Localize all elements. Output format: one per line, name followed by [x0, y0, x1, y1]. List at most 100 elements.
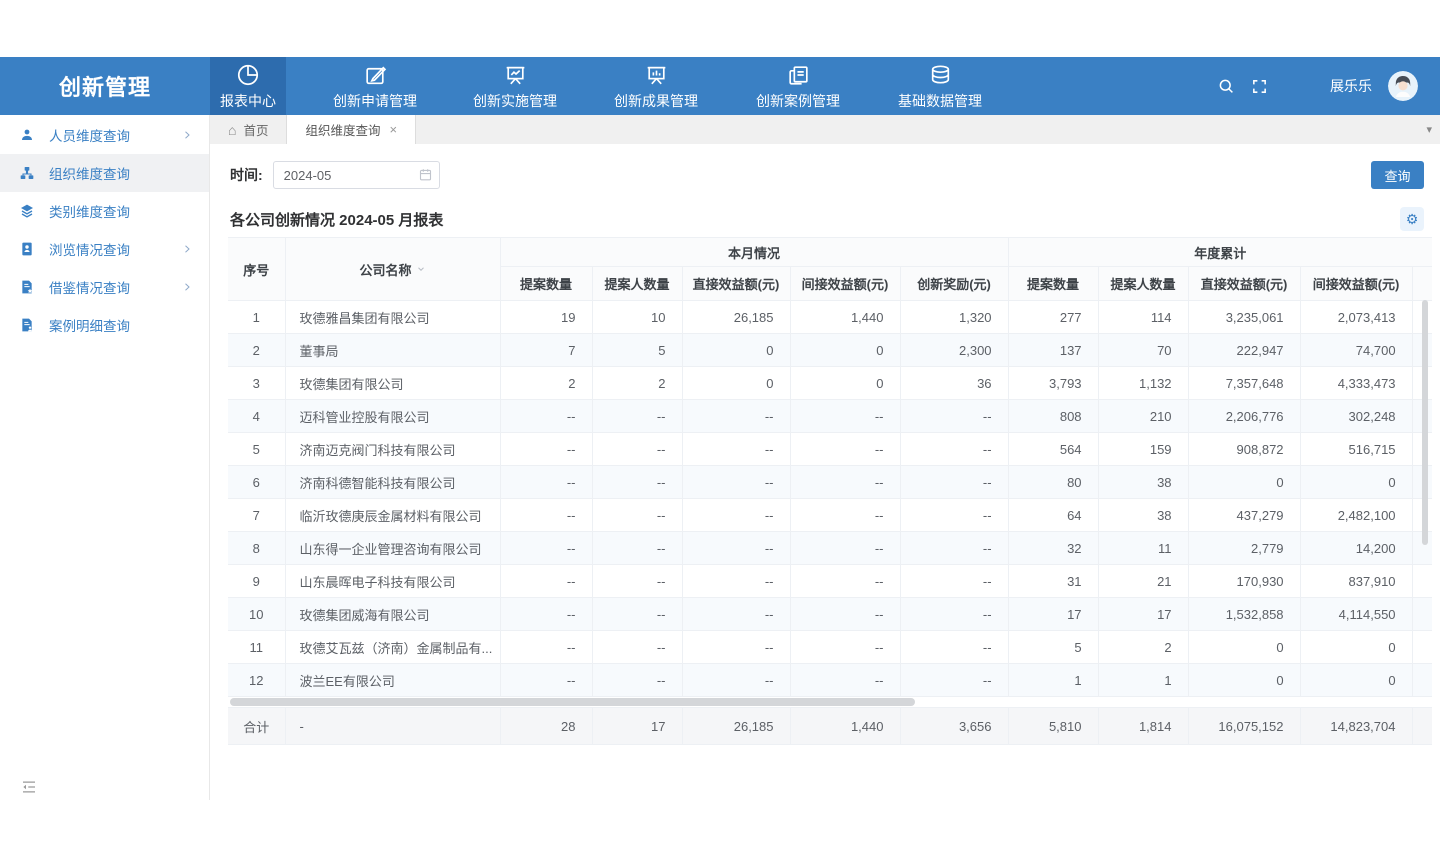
- cell: 5,810: [1008, 708, 1098, 745]
- tab-home[interactable]: ⌂ 首页: [210, 115, 287, 144]
- cell: 11: [1098, 532, 1188, 565]
- nav-item-report-center[interactable]: 报表中心: [210, 57, 286, 115]
- cell: 0: [1300, 631, 1412, 664]
- table-row: 3玫德集团有限公司2200363,7931,1327,357,6484,333,…: [228, 367, 1432, 400]
- horizontal-scrollbar-thumb[interactable]: [230, 698, 915, 706]
- col-header-company[interactable]: 公司名称: [285, 238, 500, 301]
- cell: --: [900, 631, 1008, 664]
- cell: 0: [1188, 466, 1300, 499]
- cell: 5: [1008, 631, 1098, 664]
- cell: --: [900, 664, 1008, 697]
- nav-item-base-data[interactable]: 基础数据管理: [869, 57, 1011, 115]
- cell: --: [592, 400, 682, 433]
- table-row: 5济南迈克阀门科技有限公司----------564159908,872516,…: [228, 433, 1432, 466]
- cell: 0: [682, 334, 790, 367]
- collapse-sidebar-icon[interactable]: [20, 778, 38, 796]
- nav-item-innovation-achievement[interactable]: 创新成果管理: [585, 57, 727, 115]
- cell: --: [790, 466, 900, 499]
- cell: 3,235,061: [1188, 301, 1300, 334]
- cell: 4,114,550: [1300, 598, 1412, 631]
- cell: 2: [1098, 631, 1188, 664]
- nav-item-innovation-implement[interactable]: 创新实施管理: [445, 57, 585, 115]
- table-row: 11玫德艾瓦兹（济南）金属制品有...----------5200: [228, 631, 1432, 664]
- sidebar-item-case-detail[interactable]: 案例明细查询: [0, 306, 209, 344]
- cell: 36: [900, 367, 1008, 400]
- cell: 1,814: [1098, 708, 1188, 745]
- cell: 7: [500, 334, 592, 367]
- sidebar-item-person-dimension[interactable]: 人员维度查询: [0, 116, 209, 154]
- sort-chevron-icon[interactable]: [416, 264, 426, 274]
- cell: 0: [682, 367, 790, 400]
- table-row: 8山东得一企业管理咨询有限公司----------32112,77914,200: [228, 532, 1432, 565]
- cell: --: [900, 466, 1008, 499]
- cell: 808: [1008, 400, 1098, 433]
- sidebar-item-browse-status[interactable]: 浏览情况查询: [0, 230, 209, 268]
- cell: 38: [1098, 466, 1188, 499]
- tab-dropdown-caret-icon[interactable]: ▾: [1418, 115, 1440, 144]
- cell: 437,279: [1188, 499, 1300, 532]
- cell: 28: [500, 708, 592, 745]
- cell: --: [790, 499, 900, 532]
- cell: 12: [228, 664, 285, 697]
- table-row: 6济南科德智能科技有限公司----------803800: [228, 466, 1432, 499]
- cell: --: [682, 466, 790, 499]
- cell: 济南科德智能科技有限公司: [285, 466, 500, 499]
- nav-item-innovation-apply[interactable]: 创新申请管理: [286, 57, 445, 115]
- search-icon[interactable]: [1217, 77, 1235, 95]
- cell: --: [592, 664, 682, 697]
- avatar[interactable]: [1388, 71, 1418, 101]
- cell: --: [790, 631, 900, 664]
- cell: 114: [1098, 301, 1188, 334]
- tab-bar: ⌂ 首页 组织维度查询 × ▾: [210, 115, 1440, 144]
- topbar-right: 展乐乐: [1217, 57, 1440, 115]
- col-header: 间接效益额(元): [1300, 267, 1412, 301]
- cell: 1,440: [790, 708, 900, 745]
- date-input[interactable]: [273, 161, 440, 189]
- cell: 64: [1008, 499, 1098, 532]
- nav-label: 创新申请管理: [333, 91, 417, 111]
- cell: 1: [228, 301, 285, 334]
- nav-label: 基础数据管理: [898, 91, 982, 111]
- tab-org-dimension[interactable]: 组织维度查询 ×: [287, 115, 416, 144]
- cell: 10: [228, 598, 285, 631]
- cell: --: [500, 598, 592, 631]
- col-header: 提案人数量: [1098, 267, 1188, 301]
- gear-icon[interactable]: ⚙: [1400, 207, 1424, 231]
- cell: --: [592, 532, 682, 565]
- cell: 波兰EE有限公司: [285, 664, 500, 697]
- query-button[interactable]: 查询: [1371, 161, 1424, 189]
- fullscreen-icon[interactable]: [1251, 78, 1268, 95]
- sidebar-item-reference-status[interactable]: 借鉴情况查询: [0, 268, 209, 306]
- chevron-right-icon: [181, 243, 193, 255]
- cell: 26,185: [682, 301, 790, 334]
- cell: 1,532,858: [1188, 598, 1300, 631]
- close-icon[interactable]: ×: [390, 122, 398, 137]
- cell: 6: [228, 466, 285, 499]
- screen: 创新管理 报表中心 创新申请管理 创新实施管理: [0, 0, 1440, 860]
- layers-icon: [18, 203, 35, 220]
- title-row: 各公司创新情况 2024-05 月报表 ⚙: [230, 206, 1424, 232]
- cell: 16,075,152: [1188, 708, 1300, 745]
- cell: 0: [1188, 631, 1300, 664]
- table-row: 10玫德集团威海有限公司----------17171,532,8584,114…: [228, 598, 1432, 631]
- col-header: 直接效益额(元): [682, 267, 790, 301]
- cell: --: [682, 400, 790, 433]
- col-header: 创新奖励(元): [900, 267, 1008, 301]
- sidebar-item-category-dimension[interactable]: 类别维度查询: [0, 192, 209, 230]
- col-header-index: 序号: [228, 238, 285, 301]
- home-icon: ⌂: [228, 122, 236, 138]
- vertical-scrollbar-thumb[interactable]: [1422, 300, 1428, 545]
- cell: 1,440: [790, 301, 900, 334]
- cell: --: [790, 598, 900, 631]
- sidebar-item-org-dimension[interactable]: 组织维度查询: [0, 154, 209, 192]
- col-header: 直接效益额(元): [1188, 267, 1300, 301]
- cell: 7,357,648: [1188, 367, 1300, 400]
- nav-item-innovation-case[interactable]: 创新案例管理: [727, 57, 869, 115]
- cell: 1,320: [900, 301, 1008, 334]
- cell: --: [500, 400, 592, 433]
- username[interactable]: 展乐乐: [1330, 76, 1372, 96]
- cell: 302,248: [1300, 400, 1412, 433]
- cell: 3,793: [1008, 367, 1098, 400]
- cell: --: [500, 433, 592, 466]
- cell: 14,823,704: [1300, 708, 1412, 745]
